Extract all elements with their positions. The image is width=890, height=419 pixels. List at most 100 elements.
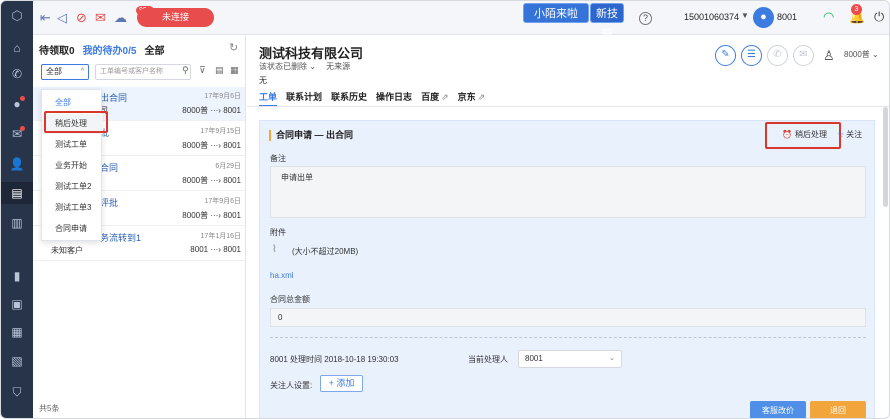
dropdown-item[interactable]: 测试工单 bbox=[42, 135, 103, 155]
divider bbox=[270, 337, 866, 338]
chat-icon[interactable]: ● bbox=[1, 93, 33, 115]
scrollbar[interactable] bbox=[883, 107, 888, 207]
list-item-customer: 未知客户 bbox=[51, 246, 83, 255]
handler-select-value: 8001 bbox=[525, 354, 543, 363]
grid-icon[interactable]: ▦ bbox=[230, 65, 239, 76]
person-icon: ♙ bbox=[823, 48, 835, 63]
dropdown-item[interactable]: 测试工单2 bbox=[42, 177, 103, 197]
batch-icon[interactable]: ▤ bbox=[215, 65, 224, 76]
owner-label[interactable]: 8000普 ⌄ bbox=[844, 49, 879, 60]
chevron-down-icon[interactable]: ▼ bbox=[741, 11, 749, 20]
chevron-down-icon[interactable]: ⌄ bbox=[307, 62, 316, 71]
owner-name: 8000普 bbox=[844, 50, 870, 59]
list-count: 共5条 bbox=[39, 404, 60, 413]
tab-contact-history[interactable]: 联系历史 bbox=[331, 90, 367, 107]
list-item-title: 出合同 bbox=[100, 93, 128, 103]
mail-icon[interactable]: ✉ bbox=[1, 123, 33, 145]
power-icon[interactable]: ⏻ bbox=[874, 9, 884, 25]
monitor-icon[interactable]: ▣ bbox=[1, 293, 33, 315]
dropdown-item[interactable]: 全部 bbox=[42, 93, 103, 113]
chevron-up-icon: ^ bbox=[80, 68, 84, 75]
help-icon[interactable]: ? bbox=[639, 12, 652, 25]
change-price-button[interactable]: 客服改价 bbox=[750, 401, 806, 418]
connection-status-button[interactable]: 未连接 bbox=[137, 8, 214, 27]
page-title: 测试科技有限公司 bbox=[259, 46, 364, 61]
card-title: 合同申请 — 出合同 bbox=[269, 130, 353, 141]
tab-my-todo[interactable]: 我的待办0/5 bbox=[83, 42, 137, 57]
book-icon[interactable]: ▥ bbox=[1, 212, 33, 234]
calendar-icon[interactable]: ▧ bbox=[1, 350, 33, 372]
promo-button[interactable]: 小陌来啦 bbox=[523, 3, 589, 23]
highlight-box bbox=[44, 111, 108, 133]
attachment-hint: (大小不超过20MB) bbox=[292, 247, 359, 256]
mute-icon[interactable]: ◁ bbox=[57, 10, 67, 26]
dropdown-item[interactable]: 合同申请 bbox=[42, 219, 103, 239]
category-select[interactable]: 全部 ^ bbox=[41, 64, 89, 80]
external-link-icon: ⇗ bbox=[441, 92, 449, 102]
search-icon[interactable]: ⚲ bbox=[182, 65, 189, 76]
list-item-date: 17年9月6日 bbox=[204, 93, 241, 100]
no-visibility-icon[interactable]: ⊘ bbox=[76, 10, 87, 26]
list-item-date: 6月29日 bbox=[215, 163, 241, 170]
tab-contact-plan[interactable]: 联系计划 bbox=[286, 90, 322, 107]
no-mail-icon[interactable]: ✉ bbox=[95, 10, 106, 26]
tab-ticket[interactable]: 工单 bbox=[259, 90, 278, 107]
amount-label: 合同总金额 bbox=[270, 295, 310, 304]
list-tabs: 待领取0 我的待办0/5 全部 bbox=[39, 42, 164, 57]
avatar[interactable]: ● bbox=[753, 7, 774, 28]
wifi-icon: ◠ bbox=[823, 9, 835, 24]
external-link-icon: ⇗ bbox=[477, 92, 486, 102]
category-select-value: 全部 bbox=[46, 67, 62, 76]
new-skill-button[interactable]: 新技能 bbox=[590, 3, 624, 40]
message-icon[interactable]: ✉ bbox=[793, 45, 814, 66]
list-icon[interactable]: ☰ bbox=[741, 45, 762, 66]
contacts-icon[interactable]: 👤 bbox=[1, 153, 33, 175]
handler-select[interactable]: 8001 ⌄ bbox=[518, 350, 622, 368]
agent-id[interactable]: 8001 bbox=[777, 12, 797, 22]
list-item-date: 17年9月15日 bbox=[200, 128, 241, 135]
return-button[interactable]: 退回 bbox=[810, 401, 866, 418]
tab-jd[interactable]: 京东 ⇗ bbox=[458, 90, 486, 107]
follow-label: 关注 bbox=[846, 130, 863, 139]
add-follower-button[interactable]: + 添加 bbox=[320, 375, 363, 392]
phone-number[interactable]: 15001060374 bbox=[684, 12, 739, 22]
ticket-detail: 测试科技有限公司 该状态已删除 ⌄ 无来源 无 ✎ ☰ ✆ ✉ ♙ 8000普 … bbox=[247, 35, 889, 418]
tickets-icon[interactable]: ▤ bbox=[1, 182, 33, 204]
status-dropdown[interactable]: 该状态已删除 bbox=[259, 62, 307, 71]
handler-label: 当前处理人 bbox=[468, 355, 508, 364]
follow-button[interactable]: ☆ 关注 bbox=[837, 129, 862, 140]
attachment-file-link[interactable]: ha.xml bbox=[270, 271, 294, 280]
attachment-label: 附件 bbox=[270, 228, 286, 237]
tab-jd-label: 京东 bbox=[457, 92, 476, 102]
dropdown-item[interactable]: 业务开始 bbox=[42, 156, 103, 176]
tab-all[interactable]: 全部 bbox=[144, 42, 164, 57]
tab-unclaimed[interactable]: 待领取0 bbox=[39, 42, 75, 57]
list-item-flow: 8000普 ···› 8001 bbox=[182, 211, 241, 220]
cloud-icon[interactable]: ☁ bbox=[114, 10, 127, 26]
tab-operation-log[interactable]: 操作日志 bbox=[376, 90, 412, 107]
list-item-flow: 8001 ···› 8001 bbox=[190, 245, 241, 254]
list-item-flow: 8000普 ···› 8001 bbox=[182, 141, 241, 150]
dropdown-item[interactable]: 测试工单3 bbox=[42, 198, 103, 218]
note-textarea[interactable]: 申请出单 bbox=[270, 166, 866, 218]
home-icon[interactable]: ⌂ bbox=[1, 37, 33, 59]
amount-field[interactable]: 0 bbox=[270, 308, 866, 327]
filter-icon[interactable]: ⊽ bbox=[199, 65, 206, 76]
phone-icon[interactable]: ✆ bbox=[1, 63, 33, 85]
edit-icon[interactable]: ✎ bbox=[715, 45, 736, 66]
chevron-down-icon: ⌄ bbox=[609, 355, 615, 362]
refresh-icon[interactable]: ↻ bbox=[229, 41, 238, 54]
collapse-icon[interactable]: ⇤ bbox=[40, 10, 51, 26]
left-nav: ⬡ ⌂ ✆ ● ✉ 👤 ▤ ▥ ▮ ▣ ▦ ▧ ⛉ bbox=[1, 1, 33, 418]
follower-label: 关注人设置: bbox=[270, 381, 313, 390]
tab-baidu[interactable]: 百度 ⇗ bbox=[421, 90, 449, 107]
search-input[interactable]: 工单编号或客户名称 bbox=[95, 64, 191, 80]
reports-icon[interactable]: ▮ bbox=[1, 265, 33, 287]
call-icon[interactable]: ✆ bbox=[767, 45, 788, 66]
source-label: 无来源 bbox=[326, 62, 351, 71]
ticket-meta: 该状态已删除 ⌄ 无来源 bbox=[259, 61, 350, 72]
security-icon[interactable]: ⛉ bbox=[1, 381, 33, 403]
dashboard-icon[interactable]: ▦ bbox=[1, 321, 33, 343]
paperclip-icon[interactable]: ⌇ bbox=[272, 244, 277, 255]
star-icon: ☆ bbox=[837, 130, 845, 139]
